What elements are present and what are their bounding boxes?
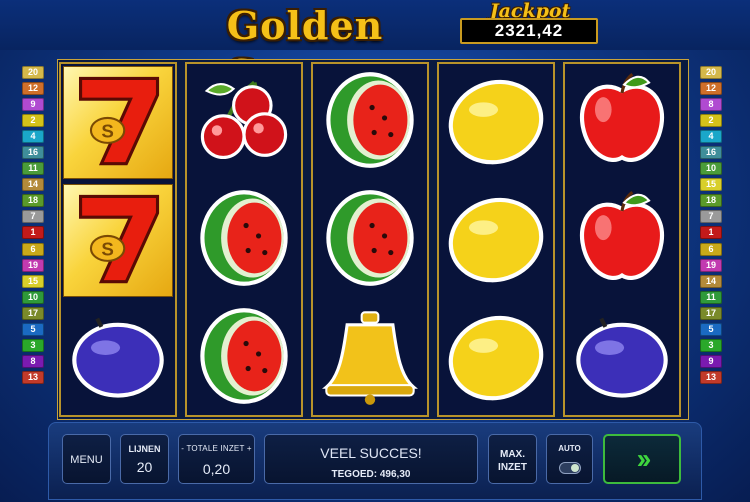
payline-badge: 20 (700, 66, 722, 79)
credit-display: TEGOED: 496,30 (331, 469, 411, 480)
jackpot-value: 2321,42 (460, 18, 598, 44)
watermelon-icon (192, 304, 296, 413)
payline-badge: 7 (700, 210, 722, 224)
reel-2 (185, 62, 303, 417)
payline-badge: 13 (22, 370, 44, 384)
payline-badge: 17 (700, 306, 722, 320)
bell-icon (318, 304, 422, 413)
game-title: Golden Sevens (226, 3, 384, 96)
reel-3 (311, 62, 429, 417)
lemon-symbol (439, 64, 553, 181)
seven-icon: S (66, 186, 170, 295)
watermelon-icon (318, 68, 422, 177)
lemon-icon (444, 304, 548, 413)
payline-badge: 10 (22, 290, 44, 304)
payline-badge: 18 (700, 194, 722, 208)
payline-badge: 8 (22, 354, 44, 368)
watermelon-symbol (187, 182, 301, 299)
toggle-knob (570, 464, 579, 472)
payline-badge: 18 (22, 194, 44, 208)
bell-symbol (313, 300, 427, 417)
auto-label: AUTO (558, 444, 581, 453)
payline-badge: 8 (700, 98, 722, 112)
watermelon-symbol (313, 182, 427, 299)
seven-icon: S (66, 68, 170, 177)
autoplay-toggle[interactable]: AUTO (546, 434, 593, 484)
reel-5 (563, 62, 681, 417)
payline-badge: 11 (700, 290, 722, 304)
total-bet-label: - TOTALE INZET + (181, 444, 252, 453)
payline-badge: 13 (700, 370, 722, 384)
payline-badge: 9 (700, 354, 722, 368)
payline-badge: 19 (700, 258, 722, 272)
payline-badge: 19 (22, 258, 44, 272)
watermelon-symbol (187, 300, 301, 417)
payline-badge: 5 (700, 322, 722, 336)
cherry-icon (192, 68, 296, 177)
payline-badge: 14 (700, 274, 722, 288)
apple-symbol (565, 64, 679, 181)
payline-badge: 2 (700, 114, 722, 128)
lines-label: LIJNEN (128, 444, 161, 454)
seven-symbol: S (61, 64, 175, 181)
payline-badge: 15 (700, 178, 722, 192)
payline-badge: 16 (22, 146, 44, 160)
payline-badge: 17 (22, 306, 44, 320)
apple-symbol (565, 182, 679, 299)
svg-text:S: S (101, 121, 113, 142)
payline-badge: 4 (22, 130, 44, 144)
lemon-icon (444, 68, 548, 177)
plum-icon (570, 304, 674, 413)
double-chevron-right-icon: ›› (636, 443, 652, 474)
total-bet-selector[interactable]: - TOTALE INZET + 0,20 (178, 434, 255, 484)
payline-badge: 6 (700, 242, 722, 256)
payline-badge: 11 (22, 162, 44, 176)
payline-badge: 9 (22, 98, 44, 112)
lines-selector[interactable]: LIJNEN 20 (120, 434, 169, 484)
seven-symbol: S (61, 182, 175, 299)
payline-badge: 20 (22, 66, 44, 79)
payline-badge: 14 (22, 178, 44, 192)
payline-badge: 10 (700, 162, 722, 176)
apple-icon (570, 186, 674, 295)
payline-badge: 12 (22, 82, 44, 96)
total-bet-value: 0,20 (202, 461, 231, 477)
lemon-icon (444, 186, 548, 295)
message-display: VEEL SUCCES! TEGOED: 496,30 (264, 434, 478, 484)
watermelon-symbol (313, 64, 427, 181)
max-bet-button[interactable]: MAX. INZET (488, 434, 537, 484)
plum-symbol (61, 300, 175, 417)
lines-value: 20 (136, 459, 153, 475)
payline-badge: 4 (700, 130, 722, 144)
payline-badge: 2 (22, 114, 44, 128)
payline-badge: 7 (22, 210, 44, 224)
status-message: VEEL SUCCES! (320, 445, 422, 461)
payline-badge: 5 (22, 322, 44, 336)
watermelon-icon (192, 186, 296, 295)
payline-badge: 1 (700, 226, 722, 240)
payline-badge: 12 (700, 82, 722, 96)
plum-icon (66, 304, 170, 413)
payline-badge: 3 (700, 338, 722, 352)
svg-text:S: S (101, 239, 113, 260)
payline-badge: 1 (22, 226, 44, 240)
toggle-switch[interactable] (558, 462, 581, 474)
apple-icon (570, 68, 674, 177)
payline-badge: 6 (22, 242, 44, 256)
plum-symbol (565, 300, 679, 417)
reel-4 (437, 62, 555, 417)
payline-column-right: 20 12 8 2 4 16 10 15 18 7 1 6 19 14 11 17 5 3 9 13 (700, 66, 722, 387)
payline-badge: 16 (700, 146, 722, 160)
cherry-symbol (187, 64, 301, 181)
watermelon-icon (318, 186, 422, 295)
menu-button[interactable]: MENU (62, 434, 111, 484)
payline-badge: 3 (22, 338, 44, 352)
lemon-symbol (439, 182, 553, 299)
payline-column-left: 20 12 9 2 4 16 11 14 18 7 1 6 19 15 10 17 5 3 8 13 (22, 66, 44, 387)
lemon-symbol (439, 300, 553, 417)
payline-badge: 15 (22, 274, 44, 288)
reel-1: SS (59, 62, 177, 417)
spin-button[interactable]: ›› (603, 434, 681, 484)
